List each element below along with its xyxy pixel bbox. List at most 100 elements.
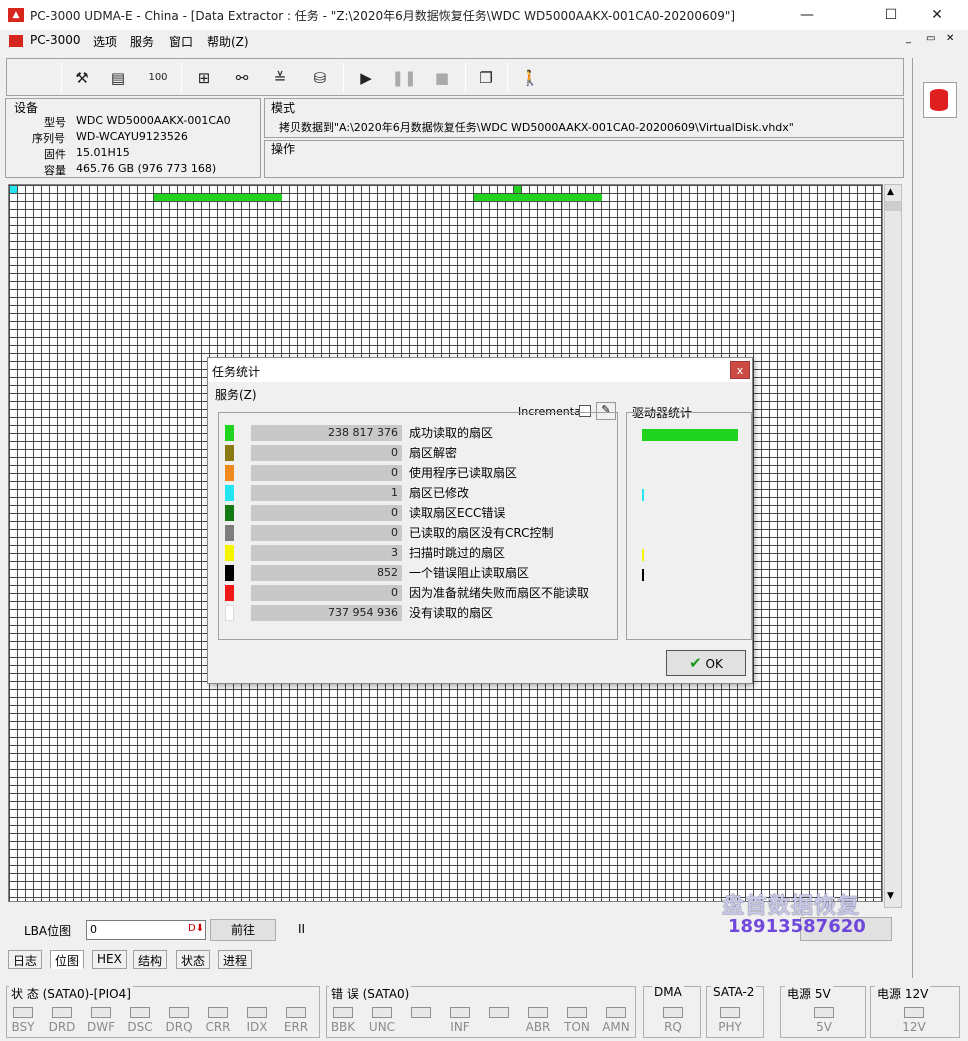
toolbar-separator bbox=[343, 63, 344, 93]
stat-row: 1 扇区已修改 bbox=[225, 483, 605, 501]
lba-arrow-icon[interactable]: D⬇ bbox=[188, 923, 204, 934]
stat-label: 读取扇区ECC错误 bbox=[409, 506, 506, 520]
toolbar-separator bbox=[181, 63, 182, 93]
status-bar: 状 态 (SATA0)-[PIO4] BSY DRD DWF DSC DRQ CRR IDX… bbox=[0, 982, 968, 1041]
exit-icon[interactable]: 🚶 bbox=[517, 65, 543, 91]
menu-help[interactable]: 帮助(Z) bbox=[207, 33, 249, 50]
dialog-service-menu[interactable]: 服务(Z) bbox=[215, 386, 257, 403]
stat-color-swatch bbox=[225, 445, 234, 461]
status-led-label: UNC bbox=[368, 1020, 396, 1034]
status-led bbox=[720, 1007, 740, 1018]
status-led-label: 12V bbox=[902, 1020, 926, 1034]
tab-log[interactable]: 日志 bbox=[8, 950, 43, 969]
mdi-close-button[interactable]: ✕ bbox=[946, 33, 954, 44]
stat-label: 扫描时跳过的扇区 bbox=[409, 546, 506, 560]
stat-row: 0 读取扇区ECC错误 bbox=[225, 503, 605, 521]
scroll-down-icon[interactable]: ▼ bbox=[887, 891, 894, 901]
status-led-label: DWF bbox=[86, 1020, 115, 1034]
right-panel bbox=[912, 58, 968, 978]
stat-label: 因为准备就绪失败而扇区不能读取 bbox=[409, 586, 590, 600]
power12-group: 电源 12V 12V bbox=[870, 985, 960, 1038]
stat-value: 0 bbox=[251, 585, 402, 601]
stat-value: 1 bbox=[251, 485, 402, 501]
tab-hex[interactable]: HEX bbox=[92, 950, 127, 969]
status-led bbox=[904, 1007, 924, 1018]
stop-icon[interactable]: ■ bbox=[429, 65, 455, 91]
stat-row: 238 817 376 成功读取的扇区 bbox=[225, 423, 605, 441]
capacity-value: 465.76 GB (976 773 168) bbox=[76, 162, 217, 175]
percent-icon[interactable]: 100 bbox=[145, 65, 171, 91]
mode-panel: 模式 拷贝数据到"A:\2020年6月数据恢复任务\WDC WD5000AAKX… bbox=[264, 98, 904, 138]
tools-icon[interactable]: ⚒ bbox=[69, 65, 95, 91]
bitmap-scrollbar[interactable]: ▲ ▼ bbox=[884, 184, 902, 908]
scroll-thumb[interactable] bbox=[885, 201, 901, 211]
goto-button[interactable]: 前往 bbox=[210, 919, 276, 941]
title-bar: ▲ PC-3000 UDMA-E - China - [Data Extract… bbox=[0, 0, 968, 30]
toolbar-separator bbox=[507, 63, 508, 93]
sata-group: SATA-2 PHY bbox=[706, 985, 764, 1038]
status-led bbox=[489, 1007, 509, 1018]
status-led bbox=[814, 1007, 834, 1018]
status-led bbox=[286, 1007, 306, 1018]
menu-bar: PC-3000 选项 服务 窗口 帮助(Z) _ ▭ ✕ bbox=[0, 30, 968, 52]
toolbar-separator bbox=[61, 63, 62, 93]
status-led-label: RQ bbox=[664, 1020, 682, 1034]
stat-value: 852 bbox=[251, 565, 402, 581]
menu-options[interactable]: 选项 bbox=[93, 33, 117, 50]
status-led-label: BSY bbox=[11, 1020, 35, 1034]
minimize-button[interactable]: — bbox=[784, 0, 830, 30]
model-value: WDC WD5000AAKX-001CA0 bbox=[76, 114, 231, 127]
menu-window[interactable]: 窗口 bbox=[169, 33, 193, 50]
tab-process[interactable]: 进程 bbox=[218, 950, 253, 969]
stat-row: 0 扇区解密 bbox=[225, 443, 605, 461]
state-group-title: 状 态 (SATA0)-[PIO4] bbox=[9, 985, 133, 1002]
dialog-close-button[interactable]: x bbox=[730, 361, 750, 379]
mdi-minimize-button[interactable]: _ bbox=[906, 33, 911, 44]
device-panel: 设备 型号 WDC WD5000AAKX-001CA0 序列号 WD-WCAYU… bbox=[5, 98, 261, 178]
scroll-up-icon[interactable]: ▲ bbox=[887, 187, 894, 197]
model-label: 型号 bbox=[44, 116, 66, 129]
disk-icon[interactable]: ⛁ bbox=[307, 65, 333, 91]
copy-icon[interactable]: ❐ bbox=[473, 65, 499, 91]
database-icon[interactable] bbox=[923, 82, 957, 118]
status-led bbox=[333, 1007, 353, 1018]
scan-icon[interactable]: ≚ bbox=[267, 65, 293, 91]
tab-structure[interactable]: 结构 bbox=[133, 950, 168, 969]
pause-icon[interactable]: ❚❚ bbox=[391, 65, 417, 91]
maximize-button[interactable]: ☐ bbox=[868, 0, 914, 30]
status-led bbox=[247, 1007, 267, 1018]
mdi-restore-button[interactable]: ▭ bbox=[926, 33, 935, 44]
dma-group: DMA RQ bbox=[643, 985, 701, 1038]
task-stats-dialog: 任务统计 x 服务(Z) Incremental ✎ 驱动器统计 238 817… bbox=[207, 357, 753, 684]
dialog-title: 任务统计 bbox=[212, 365, 261, 379]
tab-bitmap[interactable]: 位图 bbox=[50, 950, 85, 969]
binoculars-icon[interactable]: ⚯ bbox=[229, 65, 255, 91]
status-led bbox=[130, 1007, 150, 1018]
play-icon[interactable]: ▶ bbox=[353, 65, 379, 91]
stat-row: 0 已读取的扇区没有CRC控制 bbox=[225, 523, 605, 541]
status-led-label: BBK bbox=[330, 1020, 356, 1034]
stat-row: 3 扫描时跳过的扇区 bbox=[225, 543, 605, 561]
serial-label: 序列号 bbox=[32, 132, 65, 145]
id-icon[interactable]: ▤ bbox=[105, 65, 131, 91]
tab-status[interactable]: 状态 bbox=[176, 950, 211, 969]
menu-pc3000[interactable]: PC-3000 bbox=[30, 33, 80, 47]
ok-button[interactable]: ✔ OK bbox=[666, 650, 746, 676]
ok-label: OK bbox=[705, 657, 723, 671]
toolbar-separator bbox=[465, 63, 466, 93]
power12-group-title: 电源 12V bbox=[875, 985, 931, 1002]
status-led-label: TON bbox=[564, 1020, 590, 1034]
pause-button[interactable]: II bbox=[298, 922, 305, 936]
drive-read-bar bbox=[642, 429, 738, 441]
status-led-label: DRQ bbox=[165, 1020, 193, 1034]
stat-value: 0 bbox=[251, 525, 402, 541]
status-led bbox=[13, 1007, 33, 1018]
tree-icon[interactable]: ⊞ bbox=[191, 65, 217, 91]
drive-error-bar bbox=[642, 569, 644, 581]
close-button[interactable]: ✕ bbox=[914, 0, 960, 30]
operation-panel: 操作 bbox=[264, 140, 904, 178]
dialog-title-bar: 任务统计 x bbox=[208, 358, 752, 382]
serial-value: WD-WCAYU9123526 bbox=[76, 130, 188, 143]
menu-service[interactable]: 服务 bbox=[130, 33, 154, 50]
stat-color-swatch bbox=[225, 465, 234, 481]
